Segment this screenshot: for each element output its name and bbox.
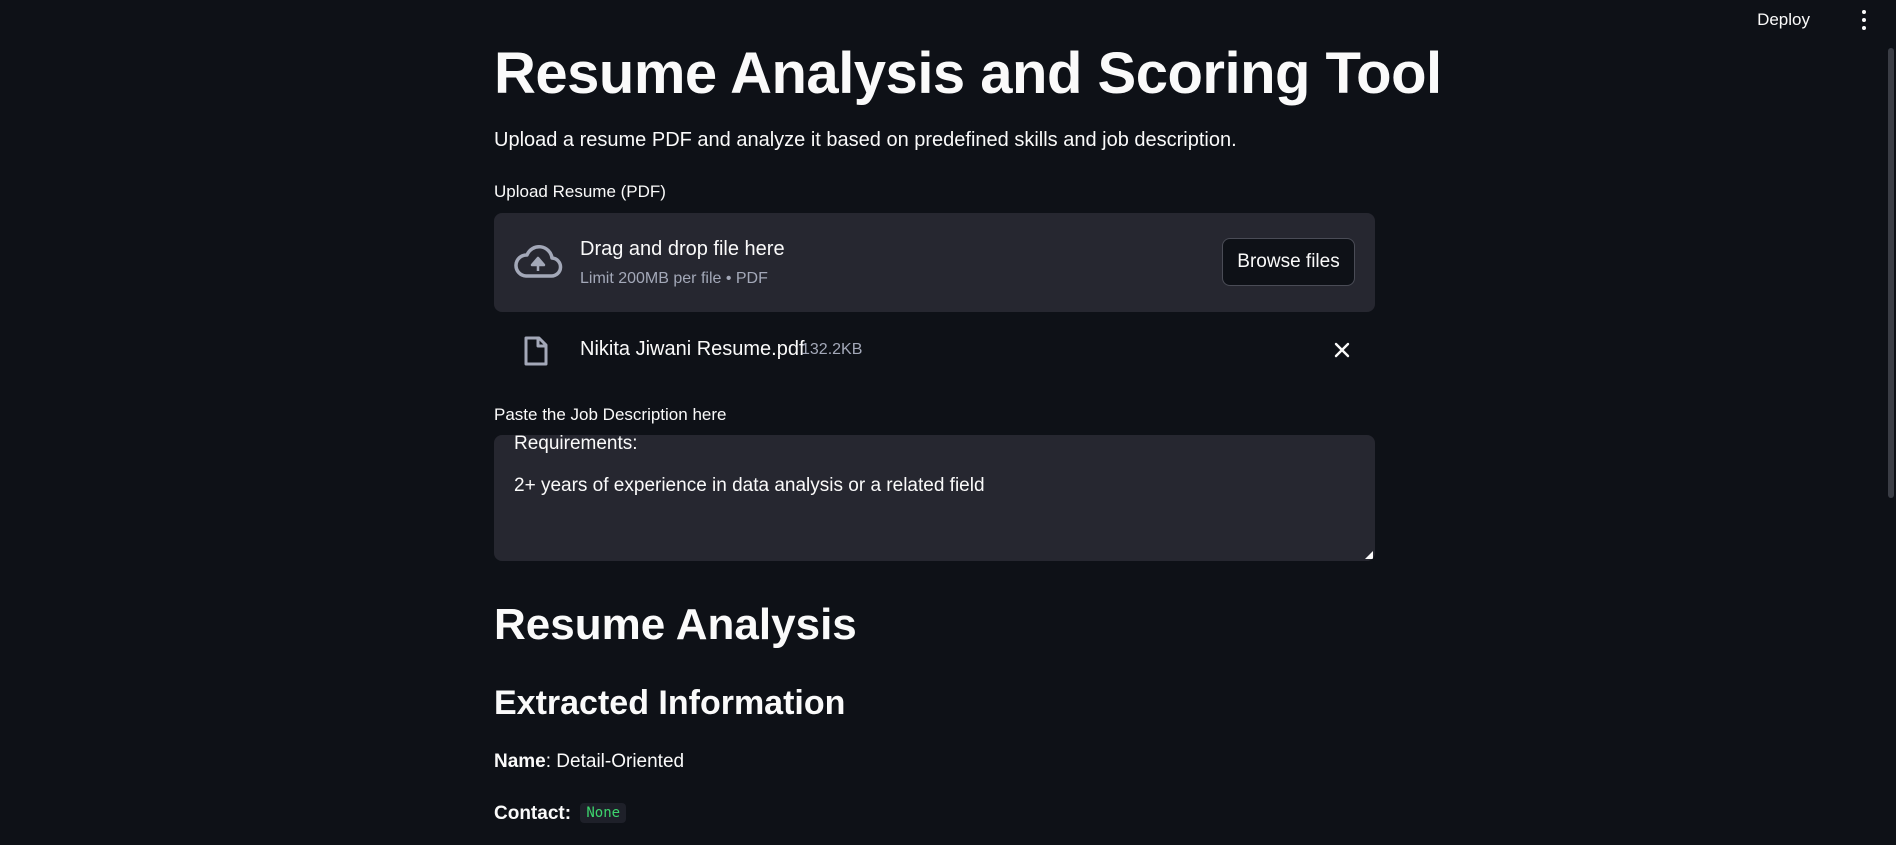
deploy-button[interactable]: Deploy xyxy=(1749,6,1818,34)
name-label: Name xyxy=(494,751,546,772)
close-icon[interactable] xyxy=(1332,340,1352,360)
contact-value: None xyxy=(580,803,627,823)
file-icon xyxy=(524,336,548,366)
uploaded-file-name: Nikita Jiwani Resume.pdf xyxy=(580,338,805,360)
uploaded-file-row: Nikita Jiwani Resume.pdf 132.2KB xyxy=(494,330,1375,370)
dropzone-text: Drag and drop file here xyxy=(580,238,785,260)
textarea-line: Requirements: xyxy=(514,435,638,454)
analysis-heading: Resume Analysis xyxy=(494,600,857,649)
name-field: Name: Detail-Oriented xyxy=(494,751,684,773)
page-title: Resume Analysis and Scoring Tool xyxy=(494,41,1442,106)
top-toolbar: Deploy xyxy=(0,0,1896,40)
kebab-menu-icon[interactable] xyxy=(1854,8,1874,32)
contact-label: Contact xyxy=(494,803,565,824)
name-value: : Detail-Oriented xyxy=(545,751,685,772)
contact-field: Contact: None xyxy=(494,803,627,825)
resize-handle-icon[interactable] xyxy=(1365,551,1373,559)
dropzone-limit: Limit 200MB per file • PDF xyxy=(580,270,768,287)
contact-separator: : xyxy=(564,803,572,824)
uploaded-file-size: 132.2KB xyxy=(801,341,863,358)
job-description-label: Paste the Job Description here xyxy=(494,405,727,424)
browse-files-button[interactable]: Browse files xyxy=(1222,238,1355,286)
page-scrollbar[interactable] xyxy=(1888,48,1894,498)
textarea-line: 2+ years of experience in data analysis … xyxy=(514,475,985,496)
extracted-info-heading: Extracted Information xyxy=(494,684,846,722)
job-description-textarea[interactable]: Requirements: 2+ years of experience in … xyxy=(494,435,1375,561)
file-dropzone[interactable]: Drag and drop file here Limit 200MB per … xyxy=(494,213,1375,312)
uploader-label: Upload Resume (PDF) xyxy=(494,182,666,201)
page-subtitle: Upload a resume PDF and analyze it based… xyxy=(494,129,1237,151)
cloud-upload-icon xyxy=(514,245,563,278)
